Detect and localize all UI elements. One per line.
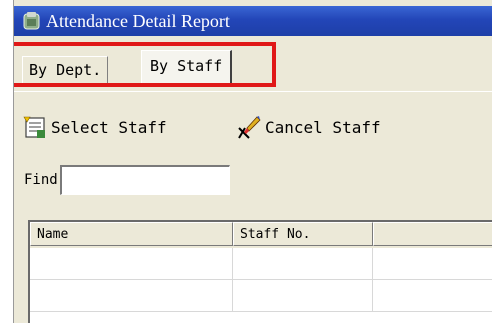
- cell-blank[interactable]: [373, 248, 492, 279]
- tab-panel-divider: [14, 91, 492, 92]
- title-bar[interactable]: Attendance Detail Report: [14, 6, 492, 36]
- find-label: Find: [24, 172, 58, 188]
- cell-staff-no[interactable]: [233, 248, 373, 279]
- cell-name[interactable]: [30, 280, 233, 311]
- tab-by-staff[interactable]: By Staff: [141, 50, 233, 83]
- select-staff-button[interactable]: Select Staff: [23, 114, 167, 140]
- eraser-pencil-icon: [238, 116, 261, 139]
- column-header-staff-no[interactable]: Staff No.: [233, 222, 373, 246]
- table-row[interactable]: [30, 248, 492, 280]
- cancel-staff-label: Cancel Staff: [265, 117, 381, 137]
- cell-staff-no[interactable]: [233, 280, 373, 311]
- select-staff-icon: [23, 116, 45, 138]
- grid-header: Name Staff No.: [30, 222, 492, 248]
- find-row: Find: [24, 163, 230, 197]
- window-title: Attendance Detail Report: [46, 11, 230, 31]
- cell-name[interactable]: [30, 248, 233, 279]
- cancel-staff-button[interactable]: Cancel Staff: [235, 114, 381, 140]
- select-staff-label: Select Staff: [51, 117, 167, 137]
- column-header-name[interactable]: Name: [30, 222, 233, 246]
- tab-strip: By Dept. By Staff: [14, 36, 492, 92]
- staff-grid: Name Staff No.: [28, 220, 492, 323]
- attendance-report-window: Attendance Detail Report By Dept. By Sta…: [13, 0, 492, 323]
- column-header-blank[interactable]: [373, 222, 492, 246]
- staff-toolbar: Select Staff Cancel Staff: [14, 100, 492, 160]
- tab-by-dept[interactable]: By Dept.: [22, 56, 109, 83]
- app-icon: [23, 12, 40, 30]
- cell-blank[interactable]: [373, 280, 492, 311]
- find-input[interactable]: [59, 165, 230, 195]
- table-row[interactable]: [30, 280, 492, 312]
